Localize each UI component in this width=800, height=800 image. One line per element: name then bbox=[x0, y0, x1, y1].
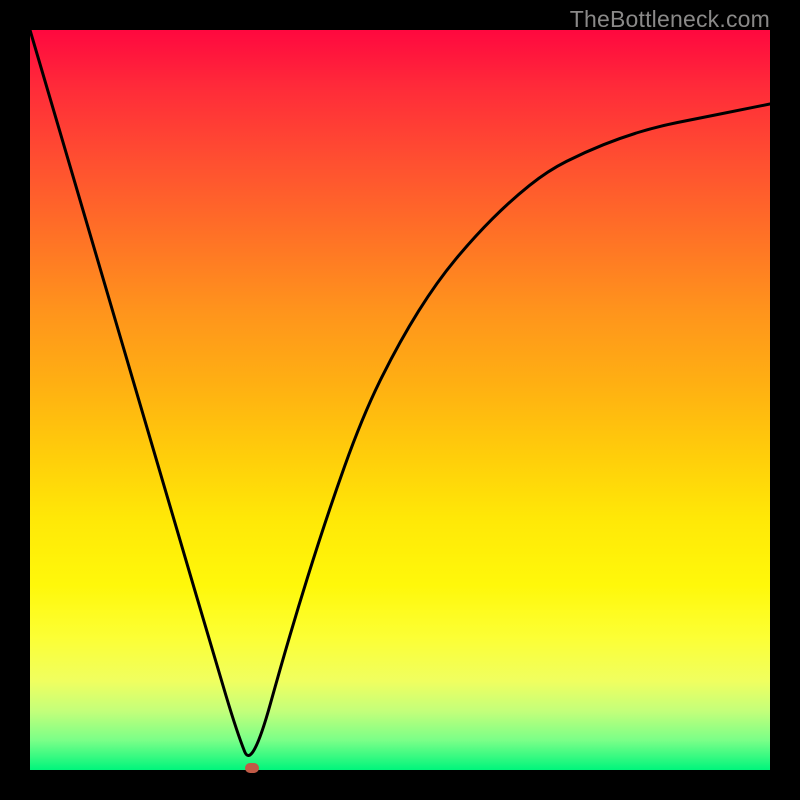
bottleneck-curve bbox=[30, 30, 770, 756]
plot-area bbox=[30, 30, 770, 770]
minimum-marker bbox=[245, 763, 259, 773]
curve-svg bbox=[30, 30, 770, 770]
chart-frame: TheBottleneck.com bbox=[0, 0, 800, 800]
watermark-text: TheBottleneck.com bbox=[570, 6, 770, 33]
